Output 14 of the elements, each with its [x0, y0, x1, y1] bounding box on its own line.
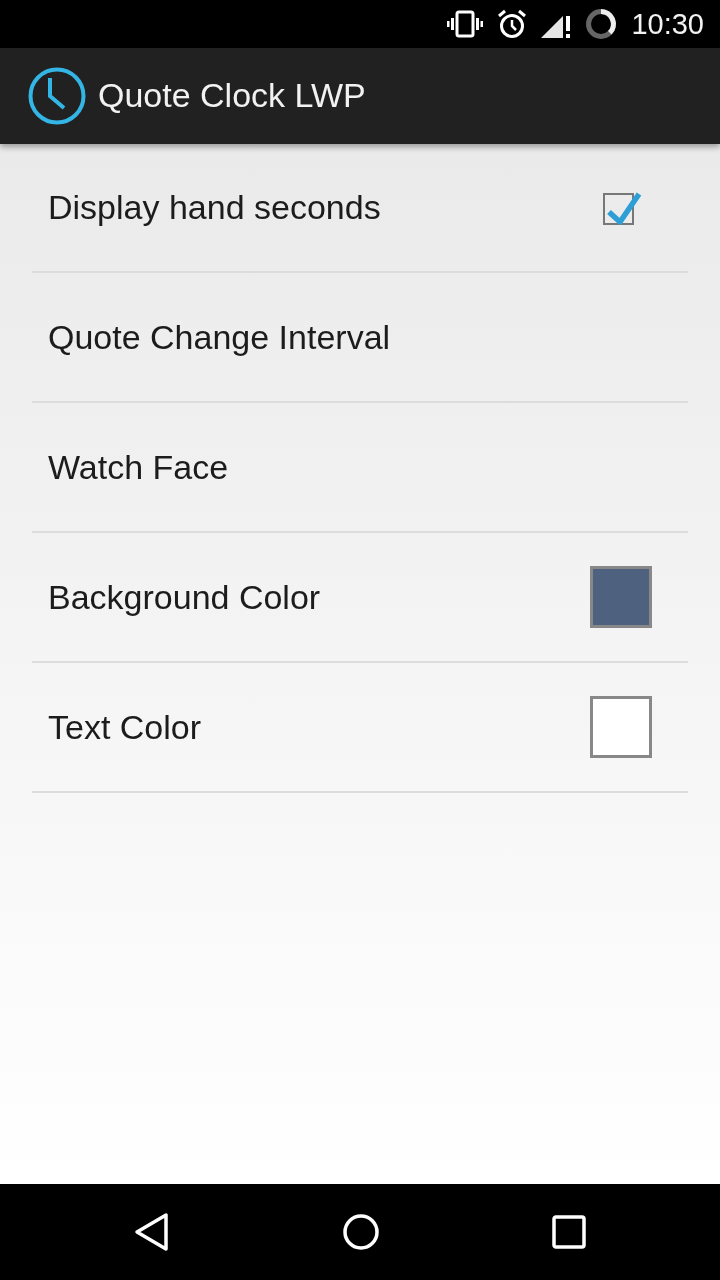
recents-icon[interactable]	[552, 1215, 586, 1249]
setting-label[interactable]: Watch Face	[48, 446, 229, 488]
alarm-icon	[497, 9, 528, 39]
ring-icon	[585, 8, 618, 40]
setting-label[interactable]: Display hand seconds	[48, 187, 381, 228]
setting-label[interactable]: Text Color	[48, 706, 202, 748]
setting-label[interactable]: Quote Change Interval	[48, 316, 391, 358]
vibrate-icon	[447, 10, 484, 38]
setting-label[interactable]: Background Color	[48, 576, 321, 618]
home-icon[interactable]	[342, 1213, 380, 1251]
status-time: 10:30	[631, 9, 704, 39]
back-icon[interactable]	[134, 1212, 170, 1252]
clock-icon	[28, 67, 86, 125]
app-title: Quote Clock LWP	[98, 76, 366, 116]
